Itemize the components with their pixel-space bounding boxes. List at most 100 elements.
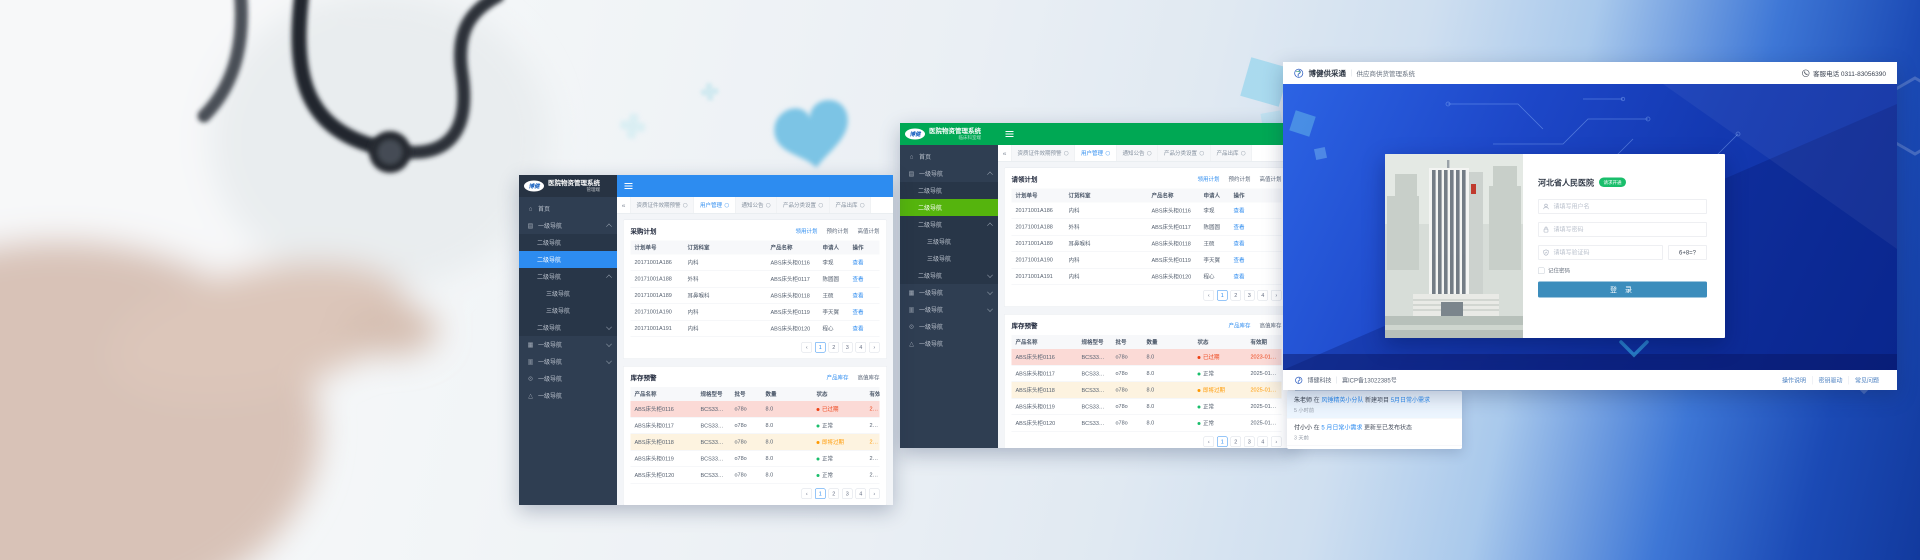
view-link[interactable]: 查看 <box>1234 274 1245 280</box>
tab-close-icon[interactable] <box>1200 151 1205 156</box>
stock-type-link[interactable]: 产品库存 <box>827 373 849 381</box>
sidebar-item[interactable]: ⊙ 一级导航 <box>519 370 617 387</box>
page-button[interactable]: 2 <box>1231 437 1242 448</box>
sidebar-item[interactable]: ▦ 一级导航 <box>519 336 617 353</box>
stock-type-link[interactable]: 产品库存 <box>1229 321 1251 329</box>
view-link[interactable]: 查看 <box>853 260 864 266</box>
sidebar-item[interactable]: ⌂ 首页 <box>519 200 617 217</box>
tab-close-icon[interactable] <box>725 203 730 208</box>
workspace-tab[interactable]: 通知公告 <box>736 197 778 213</box>
activity-item[interactable]: 朱老师 在 风锤精英小分队 新建项目 5月日常小需求 5 小时前 <box>1287 391 1462 419</box>
tab-close-icon[interactable] <box>1106 151 1111 156</box>
workspace-tab[interactable]: 产品分类设置 <box>777 197 830 213</box>
sidebar-item[interactable]: ⌂ 首页 <box>900 148 998 165</box>
footer-link[interactable]: 密钥驱动 <box>1812 376 1849 385</box>
sidebar-item[interactable]: △ 一级导航 <box>519 387 617 404</box>
remember-checkbox[interactable] <box>1538 267 1545 274</box>
page-button[interactable]: 3 <box>1244 437 1255 448</box>
page-button[interactable]: ‹ <box>802 489 813 500</box>
workspace-tab[interactable]: 产品出库 <box>1211 145 1253 161</box>
page-button[interactable]: 4 <box>1258 290 1269 301</box>
tab-close-icon[interactable] <box>819 203 824 208</box>
page-button[interactable]: 1 <box>1217 290 1228 301</box>
collapse-tabs-button[interactable]: « <box>998 145 1012 161</box>
sidebar-item[interactable]: 二级导航 <box>519 319 617 336</box>
tab-close-icon[interactable] <box>683 203 688 208</box>
tab-close-icon[interactable] <box>1241 151 1246 156</box>
page-button[interactable]: 4 <box>856 489 867 500</box>
workspace-tab[interactable]: 资质证件效期预警 <box>631 197 695 213</box>
page-button[interactable]: 1 <box>815 342 826 353</box>
sidebar-item[interactable]: ▦ 一级导航 <box>900 284 998 301</box>
sidebar-item[interactable]: △ 一级导航 <box>900 335 998 352</box>
view-link[interactable]: 查看 <box>1234 208 1245 214</box>
page-button[interactable]: › <box>1271 437 1282 448</box>
sidebar-item[interactable]: 三级导航 <box>900 250 998 267</box>
activity-link[interactable]: 5月日常小需求 <box>1391 397 1430 404</box>
footer-link[interactable]: 常见问题 <box>1848 376 1885 385</box>
plan-type-link[interactable]: 预约计划 <box>1229 175 1251 183</box>
menu-toggle-icon[interactable] <box>625 186 633 187</box>
sidebar-item[interactable]: ▥ 一级导航 <box>900 301 998 318</box>
activity-item[interactable]: 付小小 在 5 月日常小需求 更新至已发布状态 3 天前 <box>1287 419 1462 447</box>
sidebar-item[interactable]: 二级导航 <box>519 234 617 251</box>
tab-close-icon[interactable] <box>1064 151 1069 156</box>
remember-me[interactable]: 记住密码 <box>1538 267 1707 275</box>
view-link[interactable]: 查看 <box>1234 225 1245 231</box>
workspace-tab[interactable]: 资质证件效期预警 <box>1012 145 1076 161</box>
hospital-status-badge[interactable]: 请求开通 <box>1599 177 1626 187</box>
workspace-tab[interactable]: 产品出库 <box>830 197 872 213</box>
workspace-tab[interactable]: 用户管理 <box>694 197 736 213</box>
view-link[interactable]: 查看 <box>853 277 864 283</box>
sidebar-item[interactable]: 三级导航 <box>519 285 617 302</box>
page-button[interactable]: › <box>869 342 880 353</box>
activity-link[interactable]: 5 月日常小需求 <box>1321 424 1362 431</box>
sidebar-item[interactable]: ▤ 一级导航 <box>519 217 617 234</box>
page-button[interactable]: 3 <box>1244 290 1255 301</box>
workspace-tab[interactable]: 通知公告 <box>1117 145 1159 161</box>
captcha-box[interactable]: 6+8=? <box>1668 245 1707 260</box>
page-button[interactable]: 2 <box>829 489 840 500</box>
view-link[interactable]: 查看 <box>1234 258 1245 264</box>
sidebar-item[interactable]: 二级导航 <box>519 251 617 268</box>
page-button[interactable]: 2 <box>1231 290 1242 301</box>
page-button[interactable]: 4 <box>856 342 867 353</box>
plan-type-link[interactable]: 领用计划 <box>796 227 818 235</box>
plan-type-link[interactable]: 高值计划 <box>1260 175 1282 183</box>
tab-close-icon[interactable] <box>766 203 771 208</box>
stock-type-link[interactable]: 高值库存 <box>858 373 880 381</box>
tab-close-icon[interactable] <box>1147 151 1152 156</box>
sidebar-item[interactable]: 三级导航 <box>519 302 617 319</box>
plan-type-link[interactable]: 高值计划 <box>858 227 880 235</box>
sidebar-item[interactable]: 三级导航 <box>900 233 998 250</box>
view-link[interactable]: 查看 <box>853 293 864 299</box>
view-link[interactable]: 查看 <box>1234 241 1245 247</box>
sidebar-item[interactable]: ▥ 一级导航 <box>519 353 617 370</box>
page-button[interactable]: 2 <box>829 342 840 353</box>
sidebar-item[interactable]: 二级导航 <box>900 267 998 284</box>
collapse-tabs-button[interactable]: « <box>617 197 631 213</box>
sidebar-item[interactable]: 二级导航 <box>900 182 998 199</box>
password-input[interactable] <box>1538 222 1707 237</box>
page-button[interactable]: 3 <box>842 342 853 353</box>
sidebar-item[interactable]: 二级导航 <box>519 268 617 285</box>
sidebar-item[interactable]: ⊙ 一级导航 <box>900 318 998 335</box>
tab-close-icon[interactable] <box>860 203 865 208</box>
view-link[interactable]: 查看 <box>853 326 864 332</box>
sidebar-item[interactable]: 二级导航 <box>900 199 998 216</box>
plan-type-link[interactable]: 预约计划 <box>827 227 849 235</box>
page-button[interactable]: ‹ <box>1204 290 1215 301</box>
sidebar-item[interactable]: 二级导航 <box>900 216 998 233</box>
login-button[interactable]: 登 录 <box>1538 282 1707 298</box>
menu-toggle-icon[interactable] <box>1006 134 1014 135</box>
page-button[interactable]: ‹ <box>802 342 813 353</box>
view-link[interactable]: 查看 <box>853 310 864 316</box>
page-button[interactable]: ‹ <box>1204 437 1215 448</box>
page-button[interactable]: 1 <box>1217 437 1228 448</box>
page-button[interactable]: › <box>869 489 880 500</box>
footer-link[interactable]: 操作说明 <box>1776 376 1812 385</box>
plan-type-link[interactable]: 领用计划 <box>1198 175 1220 183</box>
page-button[interactable]: 3 <box>842 489 853 500</box>
sidebar-item[interactable]: ▤ 一级导航 <box>900 165 998 182</box>
page-button[interactable]: 1 <box>815 489 826 500</box>
